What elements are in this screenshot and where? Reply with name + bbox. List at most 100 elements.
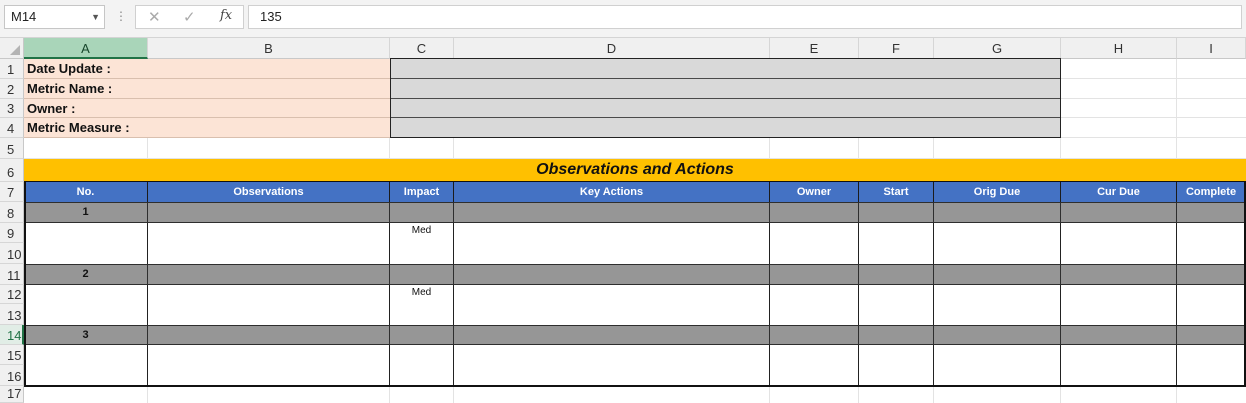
excel-window: M14 ▼ ⋮ ✕ ✓ fx 135 A B C D E F G H I 1 2 3 4 5 6 7 8 9 10 1…: [0, 0, 1246, 403]
name-box[interactable]: M14 ▼: [4, 5, 105, 29]
check-icon[interactable]: ✓: [183, 8, 196, 26]
group-band-cell[interactable]: [1061, 202, 1177, 223]
table-cell[interactable]: [1177, 223, 1246, 264]
table-header-key-actions: Key Actions: [454, 182, 770, 202]
group-band-cell[interactable]: [1177, 264, 1246, 285]
table-cell[interactable]: [454, 285, 770, 325]
table-cell[interactable]: [24, 285, 148, 325]
select-all-button[interactable]: [0, 38, 24, 59]
row-header-1[interactable]: 1: [0, 59, 24, 79]
table-cell[interactable]: [859, 285, 934, 325]
table-cell[interactable]: [148, 285, 390, 325]
table-cell[interactable]: [770, 285, 859, 325]
more-options-icon: ⋮: [115, 9, 127, 23]
impact-cell[interactable]: Med: [390, 285, 454, 325]
group-band-cell[interactable]: [390, 264, 454, 285]
group-band-cell[interactable]: [770, 325, 859, 345]
group-band-cell[interactable]: [934, 264, 1061, 285]
table-cell[interactable]: [859, 345, 934, 386]
row-header-16[interactable]: 16: [0, 365, 24, 386]
row-header-10[interactable]: 10: [0, 243, 24, 264]
row-header-17[interactable]: 17: [0, 386, 24, 403]
table-header-complete: Complete: [1177, 182, 1246, 202]
table-cell[interactable]: [934, 223, 1061, 264]
table-cell[interactable]: [148, 223, 390, 264]
group-band-cell[interactable]: [454, 264, 770, 285]
group-band-cell[interactable]: [454, 325, 770, 345]
column-header-d[interactable]: D: [454, 38, 770, 59]
group-band-cell[interactable]: [1061, 264, 1177, 285]
row-header-14[interactable]: 14: [0, 325, 24, 345]
column-header-g[interactable]: G: [934, 38, 1061, 59]
table-cell[interactable]: [1177, 345, 1246, 386]
row-header-4[interactable]: 4: [0, 118, 24, 138]
date-update-label: Date Update :: [24, 59, 390, 79]
row-header-12[interactable]: 12: [0, 285, 24, 304]
table-cell[interactable]: [1061, 223, 1177, 264]
group-band-cell[interactable]: [148, 325, 390, 345]
table-border-top: [24, 181, 1246, 182]
table-cell[interactable]: [770, 223, 859, 264]
column-header-h[interactable]: H: [1061, 38, 1177, 59]
table-header-start: Start: [859, 182, 934, 202]
row-header-8[interactable]: 8: [0, 202, 24, 223]
group-band-cell[interactable]: [390, 202, 454, 223]
group-band-cell[interactable]: [770, 264, 859, 285]
table-cell[interactable]: [934, 345, 1061, 386]
group-number[interactable]: 1: [24, 202, 148, 223]
row-header-15[interactable]: 15: [0, 345, 24, 365]
column-header-f[interactable]: F: [859, 38, 934, 59]
row-header-9[interactable]: 9: [0, 223, 24, 243]
group-band-cell[interactable]: [770, 202, 859, 223]
group-band-cell[interactable]: [934, 202, 1061, 223]
formula-input[interactable]: 135: [248, 5, 1242, 29]
close-icon[interactable]: ✕: [148, 8, 161, 26]
table-border-bottom: [24, 385, 1246, 387]
group-band-cell[interactable]: [1177, 325, 1246, 345]
column-header-a[interactable]: A: [24, 38, 148, 59]
name-box-value: M14: [11, 9, 37, 24]
row-header-7[interactable]: 7: [0, 182, 24, 202]
group-band-cell[interactable]: [390, 325, 454, 345]
column-header-e[interactable]: E: [770, 38, 859, 59]
row-header-13[interactable]: 13: [0, 304, 24, 325]
spreadsheet-grid[interactable]: A B C D E F G H I 1 2 3 4 5 6 7 8 9 10 11 12 13 14 15 16 17 Date U…: [0, 38, 1246, 403]
table-cell[interactable]: [770, 345, 859, 386]
chevron-down-icon[interactable]: ▼: [91, 6, 100, 28]
group-number[interactable]: 3: [24, 325, 148, 345]
group-band-cell[interactable]: [148, 264, 390, 285]
group-band-cell[interactable]: [1061, 325, 1177, 345]
table-cell[interactable]: [859, 223, 934, 264]
table-cell[interactable]: [1177, 285, 1246, 325]
column-header-c[interactable]: C: [390, 38, 454, 59]
row-header-3[interactable]: 3: [0, 99, 24, 118]
row-header-5[interactable]: 5: [0, 138, 24, 159]
column-header-i[interactable]: I: [1177, 38, 1246, 59]
metric-measure-label: Metric Measure :: [24, 118, 390, 138]
group-band-cell[interactable]: [454, 202, 770, 223]
table-cell[interactable]: [454, 223, 770, 264]
table-header-orig-due: Orig Due: [934, 182, 1061, 202]
table-cell[interactable]: [454, 345, 770, 386]
row-header-2[interactable]: 2: [0, 79, 24, 99]
table-cell[interactable]: [1061, 285, 1177, 325]
group-band-cell[interactable]: [859, 325, 934, 345]
metric-name-label: Metric Name :: [24, 79, 390, 99]
group-number[interactable]: 2: [24, 264, 148, 285]
row-header-11[interactable]: 11: [0, 264, 24, 285]
column-header-b[interactable]: B: [148, 38, 390, 59]
group-band-cell[interactable]: [859, 264, 934, 285]
table-cell[interactable]: [1061, 345, 1177, 386]
table-cell[interactable]: [934, 285, 1061, 325]
group-band-cell[interactable]: [1177, 202, 1246, 223]
impact-cell[interactable]: Med: [390, 223, 454, 264]
row-header-6[interactable]: 6: [0, 159, 24, 182]
table-cell[interactable]: [24, 345, 148, 386]
function-icon[interactable]: fx: [220, 8, 232, 23]
group-band-cell[interactable]: [148, 202, 390, 223]
table-cell[interactable]: [148, 345, 390, 386]
impact-cell[interactable]: [390, 345, 454, 386]
table-cell[interactable]: [24, 223, 148, 264]
group-band-cell[interactable]: [859, 202, 934, 223]
group-band-cell[interactable]: [934, 325, 1061, 345]
